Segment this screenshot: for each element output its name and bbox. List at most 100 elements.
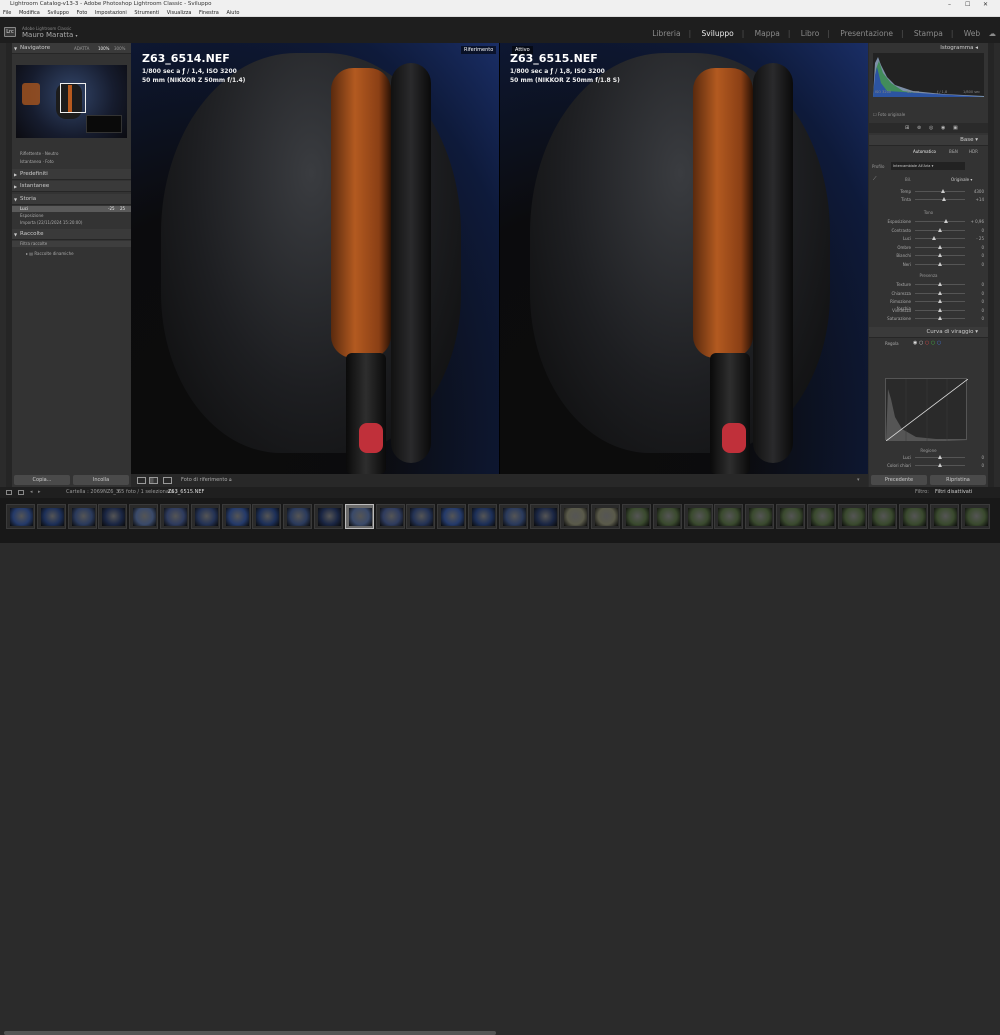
filmstrip-thumbnail[interactable] [129,504,159,529]
forward-arrow-icon[interactable]: ▸ [38,487,41,498]
slider-region-luci[interactable]: Luci 0 [869,454,988,461]
slider-handle[interactable] [938,282,942,286]
filmstrip-thumbnail[interactable] [806,504,836,529]
collection-item[interactable]: ▸ ▤ Raccolte dinamiche [12,251,131,257]
module-web[interactable]: Web [964,29,980,38]
current-filename[interactable]: Z63_6515.NEF [168,487,204,498]
menu-strumenti[interactable]: Strumenti [134,10,159,16]
filmstrip-thumbnail[interactable] [344,504,374,529]
navigator-preview[interactable] [16,65,127,138]
filmstrip-thumbnail[interactable] [591,504,621,529]
treatment-auto[interactable]: Automatico [913,149,936,154]
mask-tool-icon[interactable]: ◉ [941,125,945,131]
zoom-fit[interactable]: ADATTA [74,43,89,54]
slider-saturazione[interactable]: Saturazione 0 [869,315,988,322]
slider-esposizione[interactable]: Esposizione + 0,96 [869,218,988,225]
filmstrip-thumbnail[interactable] [437,504,467,529]
slider-region-colori-chiari[interactable]: Colori chiari 0 [869,462,988,469]
folder-info[interactable]: Cartella : 2069NZ6_3 [66,487,119,498]
slider-handle[interactable] [932,236,936,240]
filmstrip-thumbnail[interactable] [529,504,559,529]
slider-value[interactable]: 0 [970,298,984,305]
treatment-bw[interactable]: B&N [949,149,958,154]
grid-view-icon[interactable] [18,490,24,495]
curve-channel[interactable]: Regola [885,341,899,346]
cloud-icon[interactable]: ☁ [989,29,997,38]
slider-value[interactable]: +14 [970,196,984,203]
slider-handle[interactable] [938,463,942,467]
slider-value[interactable]: 0 [970,454,984,461]
slider-value[interactable]: 0 [970,261,984,268]
slider-value[interactable]: 0 [970,462,984,469]
previous-button[interactable]: Precedente [871,475,927,485]
reference-view-icon[interactable] [163,477,172,484]
panel-predefiniti[interactable]: ▶ Predefiniti [12,169,131,180]
filmstrip-thumbnail[interactable] [468,504,497,529]
secondary-window-icon[interactable] [6,490,12,495]
filmstrip-thumbnail[interactable] [498,504,528,529]
slider-track[interactable] [915,238,965,239]
slider-handle[interactable] [938,307,942,312]
panel-storia[interactable]: ▼ Storia [12,194,131,205]
navigator-header[interactable]: ▼ Navigatore ADATTA 100% 300% [12,43,131,54]
module-mappa[interactable]: Mappa [755,29,780,38]
history-item[interactable]: Importa (22/11/2024 15:20:00) [12,220,131,226]
slider-contrasto[interactable]: Contrasto 0 [869,227,988,234]
filmstrip-scrollbar[interactable] [4,1031,496,1035]
base-panel-header[interactable]: Base ▾ [869,135,988,146]
filmstrip-thumbnail[interactable] [221,504,251,529]
history-item[interactable]: Esposizione [12,213,131,219]
maximize-button[interactable]: ☐ [965,0,970,9]
slider-handle[interactable] [938,455,942,459]
filmstrip-thumbnail[interactable] [930,504,959,529]
treatment-hdr[interactable]: HDR [969,149,978,154]
slider-handle[interactable] [938,316,942,320]
filmstrip-thumbnail[interactable] [714,504,744,529]
menu-foto[interactable]: Foto [77,10,88,16]
tone-curve-header[interactable]: Curva di viraggio ▾ [869,327,988,338]
slider-texture[interactable]: Texture 0 [869,281,988,288]
module-presentazione[interactable]: Presentazione [840,29,893,38]
module-stampa[interactable]: Stampa [914,29,943,38]
histogram[interactable]: ISO 3200 50 mm ƒ / 1,8 1/800 sec [873,53,984,97]
original-photo-toggle[interactable]: ☐ Foto originale [873,112,905,117]
close-button[interactable]: ✕ [983,0,988,9]
active-photo[interactable]: Attivo Z63_6515.NEF 1/800 sec a ƒ / 1,8,… [500,43,868,474]
filmstrip-thumbnail[interactable] [252,504,282,529]
filmstrip-thumbnail[interactable] [6,504,35,529]
paste-button[interactable]: Incolla [73,475,129,485]
slider-track[interactable] [915,221,965,222]
slider-value[interactable]: 0 [970,307,984,314]
lock-icon[interactable]: 🔒︎ [229,474,232,487]
filmstrip-thumbnail[interactable] [899,504,929,529]
slider-handle[interactable] [938,290,942,295]
slider-tinta[interactable]: Tinta +14 [869,196,988,203]
filmstrip-thumbnail[interactable] [98,504,128,529]
slider-handle[interactable] [940,189,945,193]
user-name[interactable]: Mauro Maratta ▾ [22,31,78,39]
menu-impostazioni[interactable]: Impostazioni [95,10,127,16]
loupe-view-icon[interactable] [137,477,146,484]
slider-value[interactable]: 0 [970,252,984,259]
panel-raccolte[interactable]: ▼ Raccolte [12,229,131,240]
filmstrip-thumbnail[interactable] [776,504,805,529]
filmstrip-thumbnail[interactable] [745,504,775,529]
panel-istantanee[interactable]: ▶ Istantanee [12,181,131,192]
slider-handle[interactable] [938,244,942,249]
slider-value[interactable]: 0 [970,281,984,288]
filmstrip-thumbnail[interactable] [960,504,990,529]
right-panel-edge[interactable] [988,43,994,487]
zoom-100[interactable]: 100% [98,43,109,54]
slider-value[interactable]: - 25 [970,235,984,242]
slider-neri[interactable]: Neri 0 [869,261,988,268]
slider-handle[interactable] [944,219,948,223]
histogram-header[interactable]: Istogramma ◂ [869,43,988,53]
slider-track[interactable] [915,199,965,200]
zoom-300[interactable]: 300% [114,43,125,54]
profile-dropdown[interactable]: Intercambiale All'Aria ▾ [891,162,965,170]
module-sviluppo[interactable]: Sviluppo [702,29,734,38]
menu-file[interactable]: File [3,10,11,16]
slider-value[interactable]: + 0,96 [970,218,984,225]
filmstrip-thumbnail[interactable] [683,504,713,529]
slider-value[interactable]: 0 [970,315,984,322]
